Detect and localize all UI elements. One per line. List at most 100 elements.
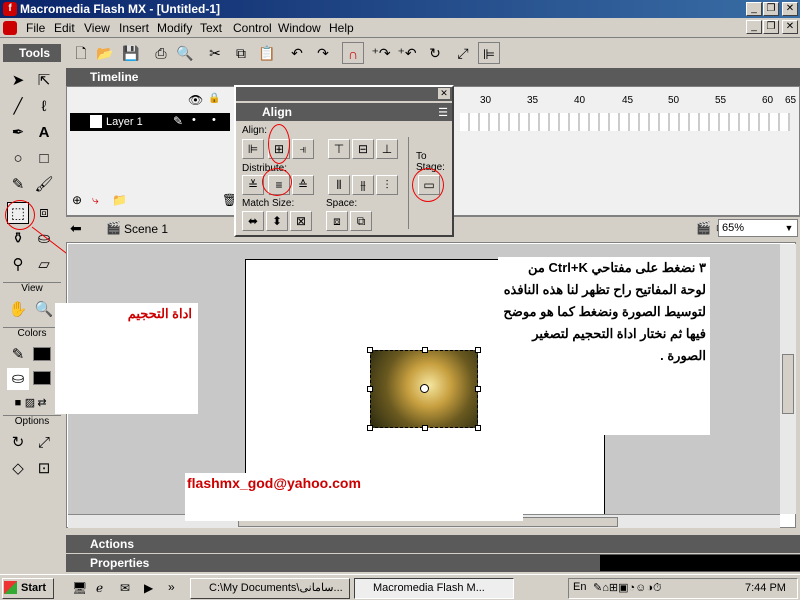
panel-menu-icon[interactable]: ☰	[438, 106, 448, 119]
add-layer-icon[interactable]: ⊕	[72, 193, 82, 207]
transform-handle[interactable]	[367, 386, 373, 392]
add-motion-guide-icon[interactable]: ⤷	[92, 193, 99, 208]
print-icon[interactable]: ⎙	[150, 42, 172, 64]
undo-icon[interactable]: ↶	[286, 42, 308, 64]
transform-handle[interactable]	[475, 347, 481, 353]
distort-option-icon[interactable]: ◇	[7, 458, 29, 480]
paste-icon[interactable]: 📋	[256, 42, 278, 64]
menu-insert[interactable]: Insert	[119, 21, 149, 35]
space-horizontal-icon[interactable]: ⧉	[350, 211, 372, 231]
rotate-option-icon[interactable]: ↻	[7, 432, 29, 454]
pen-tool-icon[interactable]: ✒	[7, 122, 29, 144]
smooth-icon[interactable]: ⁺↷	[370, 42, 392, 64]
minimize-button[interactable]: _	[746, 2, 762, 16]
swap-colors-icon[interactable]: ⇄	[31, 392, 53, 414]
scene-name[interactable]: Scene 1	[124, 222, 168, 236]
desktop-icon[interactable]: 🖥	[72, 581, 87, 595]
envelope-option-icon[interactable]: ⊡	[33, 458, 55, 480]
scale-option-icon[interactable]: ⤢	[33, 432, 55, 454]
print-preview-icon[interactable]: 🔍	[174, 42, 196, 64]
align-panel-header[interactable]: Align	[236, 103, 452, 121]
vertical-scroll-thumb[interactable]	[782, 354, 794, 414]
rotate-icon[interactable]: ↻	[424, 42, 446, 64]
distribute-left-icon[interactable]: ⫴	[328, 175, 350, 195]
match-width-height-icon[interactable]: ⊠	[290, 211, 312, 231]
layer-lock-dot[interactable]: •	[212, 114, 216, 126]
chevron-down-icon[interactable]: ▼	[782, 221, 796, 235]
straighten-icon[interactable]: ⁺↶	[396, 42, 418, 64]
transform-handle[interactable]	[422, 425, 428, 431]
quicklaunch-more-icon[interactable]: »	[168, 580, 175, 594]
align-panel-drag-bar[interactable]: ✕	[236, 87, 452, 101]
doc-minimize-button[interactable]: _	[746, 20, 762, 34]
restore-button[interactable]: ❐	[763, 2, 779, 16]
task-flash[interactable]: Macromedia Flash M...	[354, 578, 514, 599]
layer-name[interactable]: Layer 1	[106, 116, 143, 128]
distribute-bottom-icon[interactable]: ≙	[292, 175, 314, 195]
menu-edit[interactable]: Edit	[54, 21, 75, 35]
distribute-right-icon[interactable]: ⫶	[376, 175, 398, 195]
ink-bottle-tool-icon[interactable]: ⚱	[7, 228, 29, 250]
menu-text[interactable]: Text	[200, 21, 222, 35]
transform-handle[interactable]	[475, 425, 481, 431]
align-bottom-icon[interactable]: ⊥	[376, 139, 398, 159]
menu-file[interactable]: File	[26, 21, 45, 35]
document-icon[interactable]	[3, 21, 17, 35]
line-tool-icon[interactable]: ╱	[7, 96, 29, 118]
tray-icons[interactable]: ✎⌂⊞▣◔☺◑⏱	[593, 581, 662, 595]
eyedropper-tool-icon[interactable]: ⚲	[7, 254, 29, 276]
doc-close-button[interactable]: ✕	[782, 20, 798, 34]
subselect-tool-icon[interactable]: ⇱	[33, 70, 55, 92]
pencil-tool-icon[interactable]: ✎	[7, 174, 29, 196]
space-vertical-icon[interactable]: ⧈	[326, 211, 348, 231]
flash-app-icon[interactable]: f	[3, 2, 17, 16]
align-vertical-center-icon[interactable]: ⊟	[352, 139, 374, 159]
brush-tool-icon[interactable]: 🖌	[33, 174, 55, 196]
transform-handle[interactable]	[422, 347, 428, 353]
lock-icon[interactable]: 🔒	[208, 93, 220, 104]
doc-restore-button[interactable]: ❐	[763, 20, 779, 34]
layer-visible-dot[interactable]: •	[192, 114, 196, 126]
timeline-header[interactable]: Timeline	[66, 68, 800, 86]
copy-icon[interactable]: ⧉	[230, 42, 252, 64]
back-arrow-icon[interactable]: ⬅	[70, 220, 82, 237]
scale-icon[interactable]: ⤢	[452, 42, 474, 64]
redo-icon[interactable]: ↷	[312, 42, 334, 64]
ie-icon[interactable]: ℯ	[96, 581, 103, 595]
arrow-tool-icon[interactable]: ➤	[7, 70, 29, 92]
oval-tool-icon[interactable]: ○	[7, 148, 29, 170]
cut-icon[interactable]: ✂	[204, 42, 226, 64]
actions-panel-header[interactable]: Actions	[66, 535, 800, 553]
menu-control[interactable]: Control	[233, 21, 272, 35]
eye-icon[interactable]: 👁	[188, 93, 203, 107]
email-client-icon[interactable]: ✉	[120, 581, 130, 595]
frame-strip[interactable]	[460, 113, 790, 131]
transform-center-point[interactable]	[420, 384, 429, 393]
open-folder-icon[interactable]: 📂	[94, 42, 116, 64]
menu-help[interactable]: Help	[329, 21, 354, 35]
match-height-icon[interactable]: ⬍	[266, 211, 288, 231]
clock-text[interactable]: 7:44 PM	[745, 582, 786, 594]
edit-scene-icon[interactable]: 🎬	[696, 221, 711, 235]
vertical-scrollbar[interactable]	[780, 244, 796, 514]
snap-magnet-icon[interactable]: ∩	[342, 42, 364, 64]
fill-color-swatch[interactable]	[33, 371, 51, 385]
distribute-top-icon[interactable]: ≚	[242, 175, 264, 195]
menu-window[interactable]: Window	[278, 21, 321, 35]
hand-tool-icon[interactable]: ✋	[7, 299, 29, 321]
language-indicator[interactable]: En	[573, 581, 586, 593]
menu-modify[interactable]: Modify	[157, 21, 192, 35]
align-top-icon[interactable]: ⊤	[328, 139, 350, 159]
media-player-icon[interactable]: ▶	[144, 581, 153, 595]
transform-handle[interactable]	[475, 386, 481, 392]
new-file-icon[interactable]: 🗋	[70, 42, 92, 64]
lasso-tool-icon[interactable]: ℓ	[33, 96, 55, 118]
stroke-color-swatch[interactable]	[33, 347, 51, 361]
save-icon[interactable]: 💾	[120, 42, 142, 64]
insert-folder-icon[interactable]: 📁	[112, 193, 127, 207]
close-icon[interactable]: ✕	[438, 88, 450, 99]
transform-handle[interactable]	[367, 347, 373, 353]
menu-view[interactable]: View	[84, 21, 110, 35]
selected-image[interactable]	[367, 347, 481, 431]
task-explorer[interactable]: C:\My Documents\سامانی...	[190, 578, 350, 599]
